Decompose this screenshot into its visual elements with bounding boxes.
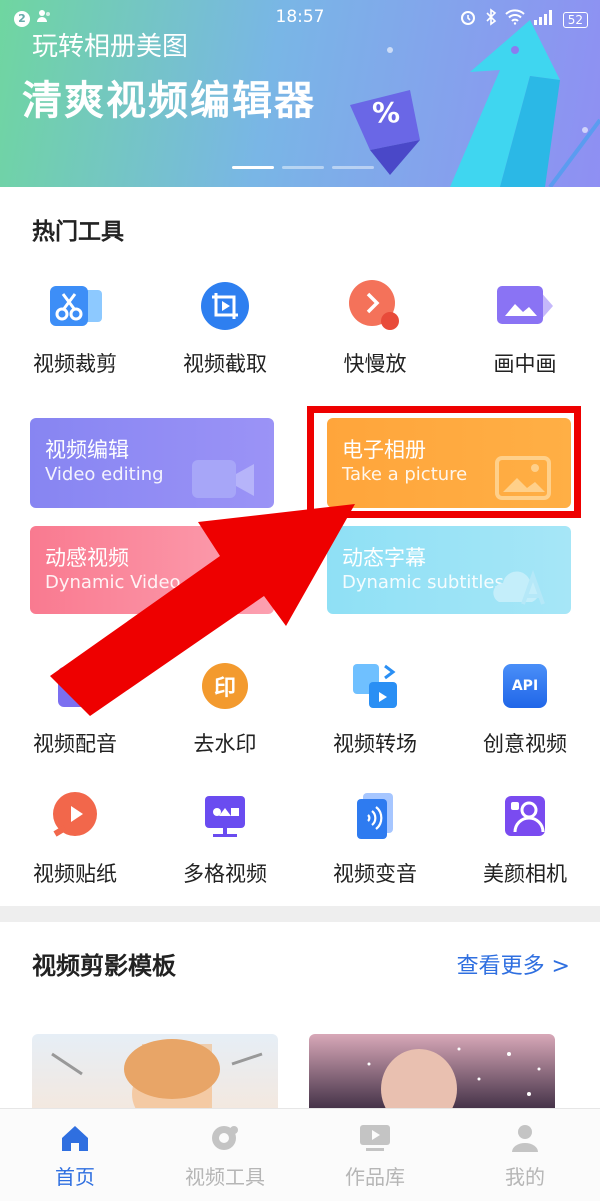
banner-subtitle: 玩转相册美图 <box>32 32 189 62</box>
tool-creative-video[interactable]: API 创意视频 <box>455 656 595 758</box>
tool-label: 视频贴纸 <box>33 862 117 886</box>
library-icon <box>300 1123 450 1157</box>
tool-video-transition[interactable]: 视频转场 <box>305 656 445 758</box>
nav-label: 首页 <box>55 1165 95 1189</box>
percent-glyph: % <box>372 96 401 129</box>
nav-home[interactable]: 首页 <box>0 1109 150 1201</box>
card-dynamic-video[interactable]: 动感视频 Dynamic Video <box>30 526 274 614</box>
card-dynamic-subtitles[interactable]: 动态字幕 Dynamic subtitles <box>327 526 571 614</box>
template-thumbnail-2[interactable] <box>309 1034 555 1114</box>
view-more-link[interactable]: 查看更多 > <box>457 948 570 980</box>
api-icon: API <box>495 656 555 716</box>
nav-label: 视频工具 <box>185 1165 265 1189</box>
voice-change-icon <box>345 786 405 846</box>
carousel-dot-3[interactable] <box>332 166 374 169</box>
profile-icon <box>450 1123 600 1157</box>
crop-icon <box>195 276 255 336</box>
transition-icon <box>345 656 405 716</box>
tool-speed[interactable]: 快慢放 <box>305 276 445 378</box>
card-title: 动态字幕 <box>342 546 426 570</box>
tool-voice-change[interactable]: 视频变音 <box>305 786 445 888</box>
tool-remove-watermark[interactable]: 印 去水印 <box>155 656 295 758</box>
speed-icon <box>345 276 405 336</box>
highlight-box <box>307 406 581 518</box>
tools-icon <box>150 1123 300 1157</box>
nav-works-library[interactable]: 作品库 <box>300 1109 450 1201</box>
beauty-camera-icon <box>495 786 555 846</box>
watermark-icon: 印 <box>195 656 255 716</box>
video-camera-icon <box>192 460 254 498</box>
tool-label: 美颜相机 <box>483 862 567 886</box>
banner-title: 清爽视频编辑器 <box>22 78 316 124</box>
bottom-navigation: 首页 视频工具 作品库 我的 <box>0 1108 600 1201</box>
tool-video-sticker[interactable]: 视频贴纸 <box>5 786 145 888</box>
tool-grid-video[interactable]: 多格视频 <box>155 786 295 888</box>
banner-arrow-illustration <box>350 20 600 187</box>
picture-in-picture-icon <box>495 276 555 336</box>
tool-label: 快慢放 <box>343 352 407 376</box>
tool-video-crop[interactable]: 视频裁剪 <box>5 276 145 378</box>
tool-video-trim[interactable]: 视频截取 <box>155 276 295 378</box>
tool-label: 视频裁剪 <box>33 352 117 376</box>
tool-label: 视频截取 <box>183 352 267 376</box>
templates-title: 视频剪影模板 <box>32 952 176 980</box>
template-thumbnail-1[interactable] <box>32 1034 278 1114</box>
nav-label: 我的 <box>505 1165 545 1189</box>
card-title: 动感视频 <box>45 546 129 570</box>
scissors-icon <box>45 276 105 336</box>
carousel-dots <box>232 166 374 169</box>
tool-label: 画中画 <box>493 352 557 376</box>
tool-beauty-camera[interactable]: 美颜相机 <box>455 786 595 888</box>
tool-label: 视频配音 <box>33 732 117 756</box>
tool-picture-in-picture[interactable]: 画中画 <box>455 276 595 378</box>
tool-video-dubbing[interactable]: 视频配音 <box>5 656 145 758</box>
nav-label: 作品库 <box>345 1165 405 1189</box>
nav-mine[interactable]: 我的 <box>450 1109 600 1201</box>
card-subtitle: Video editing <box>45 464 164 485</box>
card-subtitle: Dynamic Video <box>45 572 181 593</box>
tool-label: 去水印 <box>193 732 257 756</box>
cloud-text-icon <box>493 570 545 605</box>
dubbing-icon <box>45 656 105 716</box>
nav-video-tools[interactable]: 视频工具 <box>150 1109 300 1201</box>
card-subtitle: Dynamic subtitles <box>342 572 504 593</box>
carousel-dot-2[interactable] <box>282 166 324 169</box>
grid-video-icon <box>195 786 255 846</box>
tool-label: 视频变音 <box>333 862 417 886</box>
home-icon <box>0 1123 150 1157</box>
sticker-icon <box>45 786 105 846</box>
tool-label: 创意视频 <box>483 732 567 756</box>
card-video-editing[interactable]: 视频编辑 Video editing <box>30 418 274 508</box>
carousel-dot-1[interactable] <box>232 166 274 169</box>
top-banner[interactable]: 2 18:57 52 玩转相册美图 清爽视频编辑器 % <box>0 0 600 187</box>
tool-label: 多格视频 <box>183 862 267 886</box>
card-title: 视频编辑 <box>45 438 129 462</box>
section-separator <box>0 906 600 922</box>
tool-label: 视频转场 <box>333 732 417 756</box>
hot-tools-title: 热门工具 <box>32 219 124 245</box>
